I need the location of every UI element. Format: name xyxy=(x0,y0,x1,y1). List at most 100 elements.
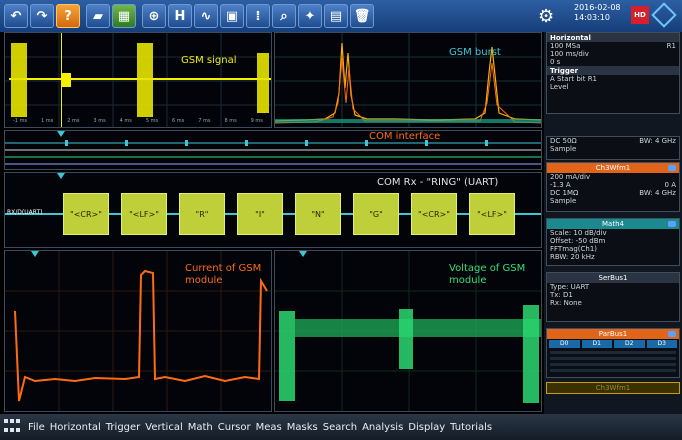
gsm-signal-label: GSM signal xyxy=(181,55,237,66)
value: 0 s xyxy=(550,58,561,66)
ch3wfm1-bottom-title: Ch3Wfm1 xyxy=(547,383,679,393)
menu-cursor[interactable]: Cursor xyxy=(218,422,251,433)
trigger-row: A Start bit R1 xyxy=(547,75,679,83)
parbus-table xyxy=(550,351,676,373)
menu-display[interactable]: Display xyxy=(408,422,445,433)
measure-icon[interactable]: ▣ xyxy=(220,4,244,28)
value: 100 MSa xyxy=(550,42,581,50)
open-folder-icon[interactable]: ▰ xyxy=(86,4,110,28)
value: R1 xyxy=(666,42,676,50)
gsm-signal-panel[interactable]: GSM signal -1 ms 1 ms 2 ms 3 ms 4 ms 5 m… xyxy=(4,32,272,128)
hd-badge[interactable]: HD xyxy=(631,6,649,24)
ch1-summary-card[interactable]: DC 50Ω BW: 4 GHz Sample xyxy=(546,136,680,160)
value: DC 1MΩ xyxy=(550,189,579,197)
title-text: Math4 xyxy=(602,220,624,228)
value: Sample xyxy=(550,145,577,153)
tick: 7 ms xyxy=(198,118,211,124)
gsm-signal-trace xyxy=(5,33,271,127)
value: A Start bit R1 xyxy=(550,75,598,83)
tick: 8 ms xyxy=(224,118,237,124)
tick: -1 ms xyxy=(13,118,28,124)
com-rx-panel[interactable]: RX/D(UART) COM Rx - "RING" (UART) "<CR>"… xyxy=(4,172,542,248)
search-icon[interactable]: ⌕ xyxy=(272,4,296,28)
serbus-row: Tx: D1 xyxy=(547,291,679,299)
mask-icon[interactable]: ∿ xyxy=(194,4,218,28)
print-icon[interactable]: ▤ xyxy=(324,4,348,28)
menu-vertical[interactable]: Vertical xyxy=(145,422,182,433)
menu-tutorials[interactable]: Tutorials xyxy=(450,422,492,433)
trash-icon[interactable]: 🗑 xyxy=(350,4,374,28)
toggle-icon[interactable] xyxy=(668,165,676,171)
menu-search[interactable]: Search xyxy=(323,422,357,433)
value: Rx: None xyxy=(550,299,582,307)
uart-frame[interactable]: "G" xyxy=(353,193,399,235)
trigger-title: Trigger xyxy=(547,66,679,75)
toggle-icon[interactable] xyxy=(668,331,676,337)
help-icon[interactable]: ? xyxy=(56,4,80,28)
uart-frame[interactable]: "I" xyxy=(237,193,283,235)
horizontal-card[interactable]: Horizontal 100 MSa R1 100 ms/div 0 s Trig… xyxy=(546,32,680,114)
ch3wfm1-card[interactable]: Ch3Wfm1 200 mA/div -1.3 A 0 A DC 1MΩ BW: 4… xyxy=(546,162,680,212)
gsm-burst-panel[interactable]: GSM burst xyxy=(274,32,542,128)
tick: 9 ms xyxy=(250,118,263,124)
menu-horizontal[interactable]: Horizontal xyxy=(50,422,101,433)
current-label-line2: module xyxy=(185,275,223,286)
voltage-panel[interactable]: Voltage of GSM module xyxy=(274,250,542,412)
ch3-row: Sample xyxy=(547,197,679,205)
settings-gear-icon[interactable]: ⚙ xyxy=(538,6,554,27)
com-rx-bus-label: RX/D(UART) xyxy=(7,209,43,216)
uart-frame[interactable]: "N" xyxy=(295,193,341,235)
title-text: ParBus1 xyxy=(598,330,628,338)
com-interface-panel[interactable]: COM interface xyxy=(4,130,542,170)
com-interface-digital-lines xyxy=(5,131,541,165)
value: RBW: 20 kHz xyxy=(550,253,595,261)
redo-icon[interactable]: ↷ xyxy=(30,4,54,28)
ch1-row: DC 50Ω BW: 4 GHz xyxy=(547,137,679,145)
ch3wfm1-title: Ch3Wfm1 xyxy=(547,163,679,173)
uart-frame[interactable]: "<LF>" xyxy=(469,193,515,235)
serbus1-card[interactable]: SerBus1 Type: UART Tx: D1 Rx: None xyxy=(546,272,680,322)
ch3wfm1-bottom-card[interactable]: Ch3Wfm1 xyxy=(546,382,680,394)
undo-icon[interactable]: ↶ xyxy=(4,4,28,28)
bus-cell[interactable]: D0 xyxy=(549,340,580,348)
math4-card[interactable]: Math4 Scale: 10 dB/div Offset: -50 dBm F… xyxy=(546,218,680,266)
bus-cell[interactable]: D2 xyxy=(614,340,645,348)
math4-row: RBW: 20 kHz xyxy=(547,253,679,261)
menu-masks[interactable]: Masks xyxy=(287,422,318,433)
parbus-cells: D0 D1 D2 D3 xyxy=(547,339,679,349)
bus-cell[interactable]: D3 xyxy=(646,340,677,348)
value: BW: 4 GHz xyxy=(639,137,676,145)
parbus1-title: ParBus1 xyxy=(547,329,679,339)
current-panel[interactable]: Current of GSM module xyxy=(4,250,272,412)
cursor-icon[interactable]: ⁞ xyxy=(246,4,270,28)
menu-file[interactable]: File xyxy=(28,422,45,433)
parbus1-card[interactable]: ParBus1 D0 D1 D2 D3 xyxy=(546,328,680,378)
value: 200 mA/div xyxy=(550,173,591,181)
toggle-icon[interactable] xyxy=(668,221,676,227)
bus-cell[interactable]: D1 xyxy=(581,340,612,348)
math4-row: Offset: -50 dBm xyxy=(547,237,679,245)
uart-frame[interactable]: "<CR>" xyxy=(411,193,457,235)
save-waveform-icon[interactable]: ▦ xyxy=(112,4,136,28)
uart-frame[interactable]: "R" xyxy=(179,193,225,235)
serbus-row: Type: UART xyxy=(547,283,679,291)
apps-grid-icon[interactable] xyxy=(4,419,22,435)
waveform-screen: GSM signal -1 ms 1 ms 2 ms 3 ms 4 ms 5 m… xyxy=(0,32,544,414)
time-text: 14:03:10 xyxy=(574,13,610,22)
horizontal-row: 100 MSa R1 xyxy=(547,42,679,50)
menu-math[interactable]: Math xyxy=(188,422,213,433)
menu-meas[interactable]: Meas xyxy=(256,422,282,433)
value: -1.3 A xyxy=(550,181,571,189)
uart-frame[interactable]: "<CR>" xyxy=(63,193,109,235)
menu-analysis[interactable]: Analysis xyxy=(362,422,403,433)
menu-trigger[interactable]: Trigger xyxy=(106,422,141,433)
histogram-icon[interactable]: H xyxy=(168,4,192,28)
marker-icon[interactable]: ✦ xyxy=(298,4,322,28)
histogram-glyph: H xyxy=(174,8,186,24)
uart-frame[interactable]: "<LF>" xyxy=(121,193,167,235)
tick: 3 ms xyxy=(93,118,106,124)
zoom-icon[interactable]: ⊕ xyxy=(142,4,166,28)
date-text: 2016-02-08 xyxy=(574,3,621,12)
help-glyph: ? xyxy=(64,8,72,24)
value: Scale: 10 dB/div xyxy=(550,229,607,237)
